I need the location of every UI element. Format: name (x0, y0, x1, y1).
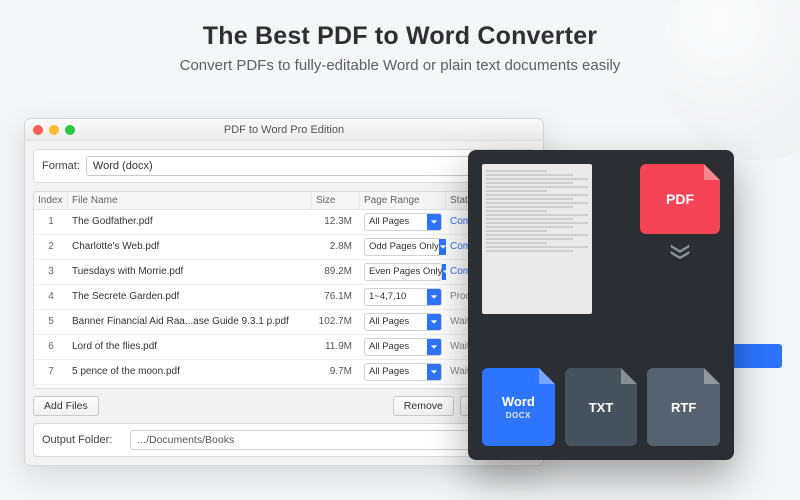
row-filename: Charlotte's Web.pdf (68, 241, 312, 252)
page-range-select[interactable]: All Pages (364, 213, 442, 231)
table-row[interactable]: 4The Secrete Garden.pdf76.1M1~4,7,10Proc… (34, 285, 534, 310)
row-filename: Lord of the flies.pdf (68, 341, 312, 352)
pdf-card: PDF (640, 164, 720, 234)
format-value: Word (docx) (93, 160, 153, 172)
col-index: Index (34, 192, 68, 209)
row-filename: 5 pence of the moon.pdf (68, 366, 312, 377)
row-size: 102.7M (312, 316, 360, 327)
row-index: 5 (34, 316, 68, 327)
promo-panel: PDF WordDOCX TXT RTF (468, 150, 734, 460)
row-size: 76.1M (312, 291, 360, 302)
row-size: 89.2M (312, 266, 360, 277)
add-files-button[interactable]: Add Files (33, 396, 99, 416)
remove-button[interactable]: Remove (393, 396, 454, 416)
page-range-select[interactable]: All Pages (364, 363, 442, 381)
row-index: 2 (34, 241, 68, 252)
page-range-select[interactable]: Even Pages Only (364, 263, 442, 281)
page-range-select[interactable]: Odd Pages Only (364, 238, 442, 256)
page-range-select[interactable]: All Pages (364, 313, 442, 331)
row-index: 7 (34, 366, 68, 377)
chevron-down-icon (439, 239, 446, 255)
chevron-down-icon (427, 364, 441, 380)
row-filename: The Godfather.pdf (68, 216, 312, 227)
row-filename: Banner Financial Aid Raa...ase Guide 9.3… (68, 316, 312, 327)
rtf-card: RTF (647, 368, 720, 446)
col-size: Size (312, 192, 360, 209)
row-size: 12.3M (312, 216, 360, 227)
chevron-down-icon (427, 339, 441, 355)
row-index: 1 (34, 216, 68, 227)
row-filename: Tuesdays with Morrie.pdf (68, 266, 312, 277)
table-row[interactable]: 2Charlotte's Web.pdf2.8MOdd Pages OnlyCo… (34, 235, 534, 260)
table-row[interactable]: 6Lord of the flies.pdf11.9MAll PagesWait… (34, 335, 534, 360)
chevron-down-icon (427, 214, 441, 230)
output-path[interactable]: .../Documents/Books (130, 430, 526, 450)
row-index: 4 (34, 291, 68, 302)
app-window: PDF to Word Pro Edition Format: Word (do… (24, 118, 544, 466)
document-preview (482, 164, 592, 314)
file-table: Index File Name Size Page Range Status 1… (33, 191, 535, 389)
output-label: Output Folder: (42, 434, 112, 446)
chevron-down-icon (427, 289, 441, 305)
window-title: PDF to Word Pro Edition (25, 124, 543, 136)
table-row[interactable]: 3Tuesdays with Morrie.pdf89.2M Even Pages… (34, 260, 534, 285)
word-card: WordDOCX (482, 368, 555, 446)
col-pagerange: Page Range (360, 192, 446, 209)
page-range-select[interactable]: All Pages (364, 338, 442, 356)
row-size: 2.8M (312, 241, 360, 252)
row-size: 11.9M (312, 341, 360, 352)
row-filename: The Secrete Garden.pdf (68, 291, 312, 302)
chevron-down-icon (427, 314, 441, 330)
format-label: Format: (42, 160, 80, 172)
table-row[interactable]: 5Banner Financial Aid Raa...ase Guide 9.… (34, 310, 534, 335)
table-row[interactable]: 8The Secrete Garden.pdf45.3MAll PagesPro… (34, 385, 534, 388)
table-row[interactable]: 75 pence of the moon.pdf9.7MAll PagesWai… (34, 360, 534, 385)
format-select[interactable]: Word (docx) (86, 156, 526, 176)
page-range-select[interactable]: 1~4,7,10 (364, 288, 442, 306)
chevron-down-icon (669, 242, 691, 265)
txt-card: TXT (565, 368, 638, 446)
table-row[interactable]: 1The Godfather.pdf12.3MAll PagesComplete… (34, 210, 534, 235)
col-filename: File Name (68, 192, 312, 209)
row-index: 6 (34, 341, 68, 352)
titlebar: PDF to Word Pro Edition (25, 119, 543, 141)
row-index: 3 (34, 266, 68, 277)
row-size: 9.7M (312, 366, 360, 377)
